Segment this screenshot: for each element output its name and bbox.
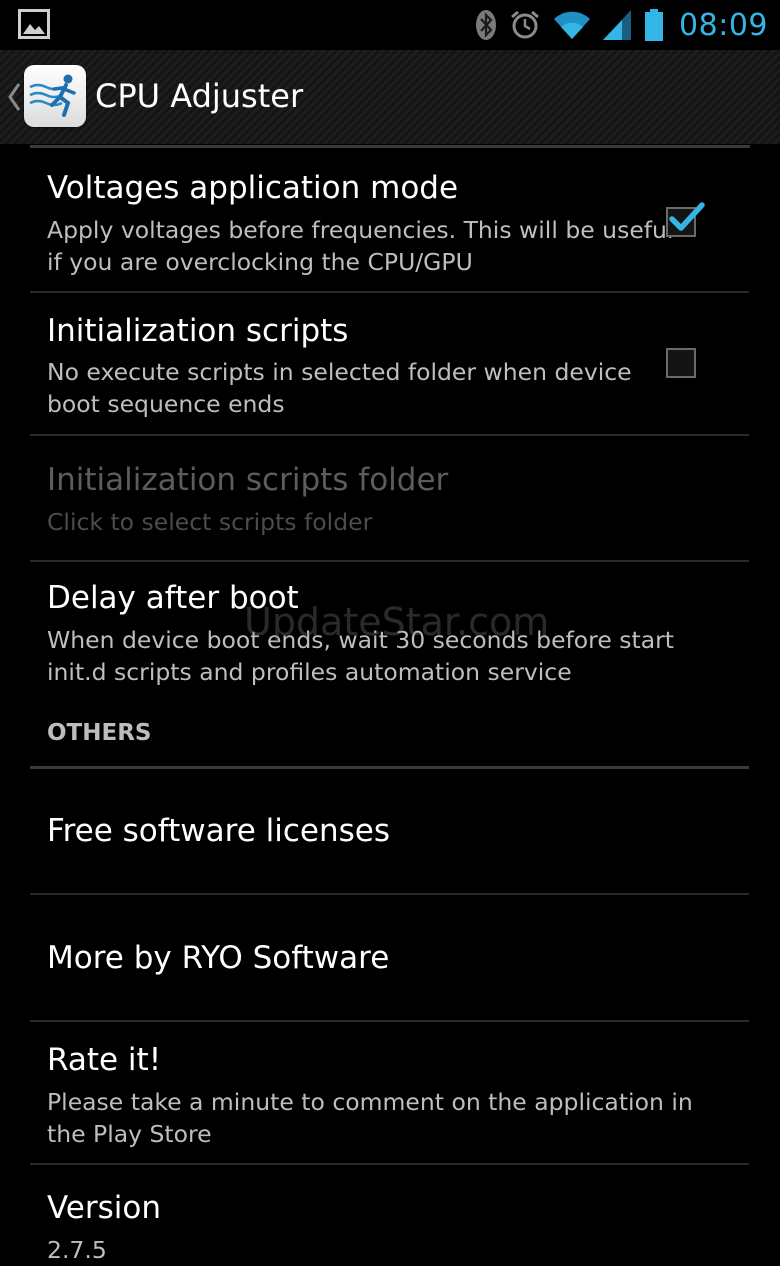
app-title: CPU Adjuster — [95, 77, 304, 115]
battery-icon — [645, 9, 664, 41]
pref-voltages-mode[interactable]: Voltages application mode Apply voltages… — [30, 148, 749, 293]
pref-init-scripts-folder: Initialization scripts folder Click to s… — [30, 436, 749, 562]
pref-more-by-ryo[interactable]: More by RYO Software — [30, 895, 749, 1022]
pref-title: Voltages application mode — [47, 170, 459, 206]
pref-summary: Please take a minute to comment on the a… — [47, 1088, 693, 1148]
pref-version[interactable]: Version 2.7.5 — [30, 1165, 749, 1264]
check-icon — [669, 202, 705, 231]
app-icon[interactable] — [24, 65, 86, 127]
runner-icon — [29, 74, 76, 117]
clock: 08:09 — [679, 7, 768, 43]
wifi-icon — [554, 11, 591, 39]
pref-title: Free software licenses — [47, 813, 390, 849]
bluetooth-icon — [476, 10, 497, 40]
pref-summary: 2.7.5 — [47, 1236, 107, 1264]
pref-summary: Click to select scripts folder — [47, 508, 373, 536]
section-title: OTHERS — [47, 720, 152, 746]
action-bar: CPU Adjuster — [0, 50, 780, 148]
pref-free-software-licenses[interactable]: Free software licenses — [30, 768, 749, 895]
alarm-icon — [511, 10, 539, 39]
status-icons: 08:09 — [475, 0, 768, 50]
section-header-others: OTHERS — [30, 720, 749, 770]
pref-title: Version — [47, 1190, 161, 1226]
voltages-checkbox[interactable] — [666, 202, 705, 237]
signal-icon — [603, 10, 632, 40]
pref-title: Initialization scripts folder — [47, 462, 449, 498]
pref-summary: No execute scripts in selected folder wh… — [47, 358, 632, 418]
up-caret-icon[interactable] — [6, 80, 22, 114]
status-bar: 08:09 — [0, 0, 780, 50]
pref-summary: Apply voltages before frequencies. This … — [47, 216, 674, 276]
pref-title: Rate it! — [47, 1042, 162, 1078]
pref-init-scripts[interactable]: Initialization scripts No execute script… — [30, 293, 749, 436]
pref-title: Initialization scripts — [47, 313, 349, 349]
init-scripts-checkbox[interactable] — [666, 348, 696, 378]
watermark: UpdateStar.com — [244, 600, 550, 644]
pref-title: More by RYO Software — [47, 940, 390, 976]
pref-rate-it[interactable]: Rate it! Please take a minute to comment… — [30, 1022, 749, 1165]
gallery-icon — [18, 9, 50, 39]
